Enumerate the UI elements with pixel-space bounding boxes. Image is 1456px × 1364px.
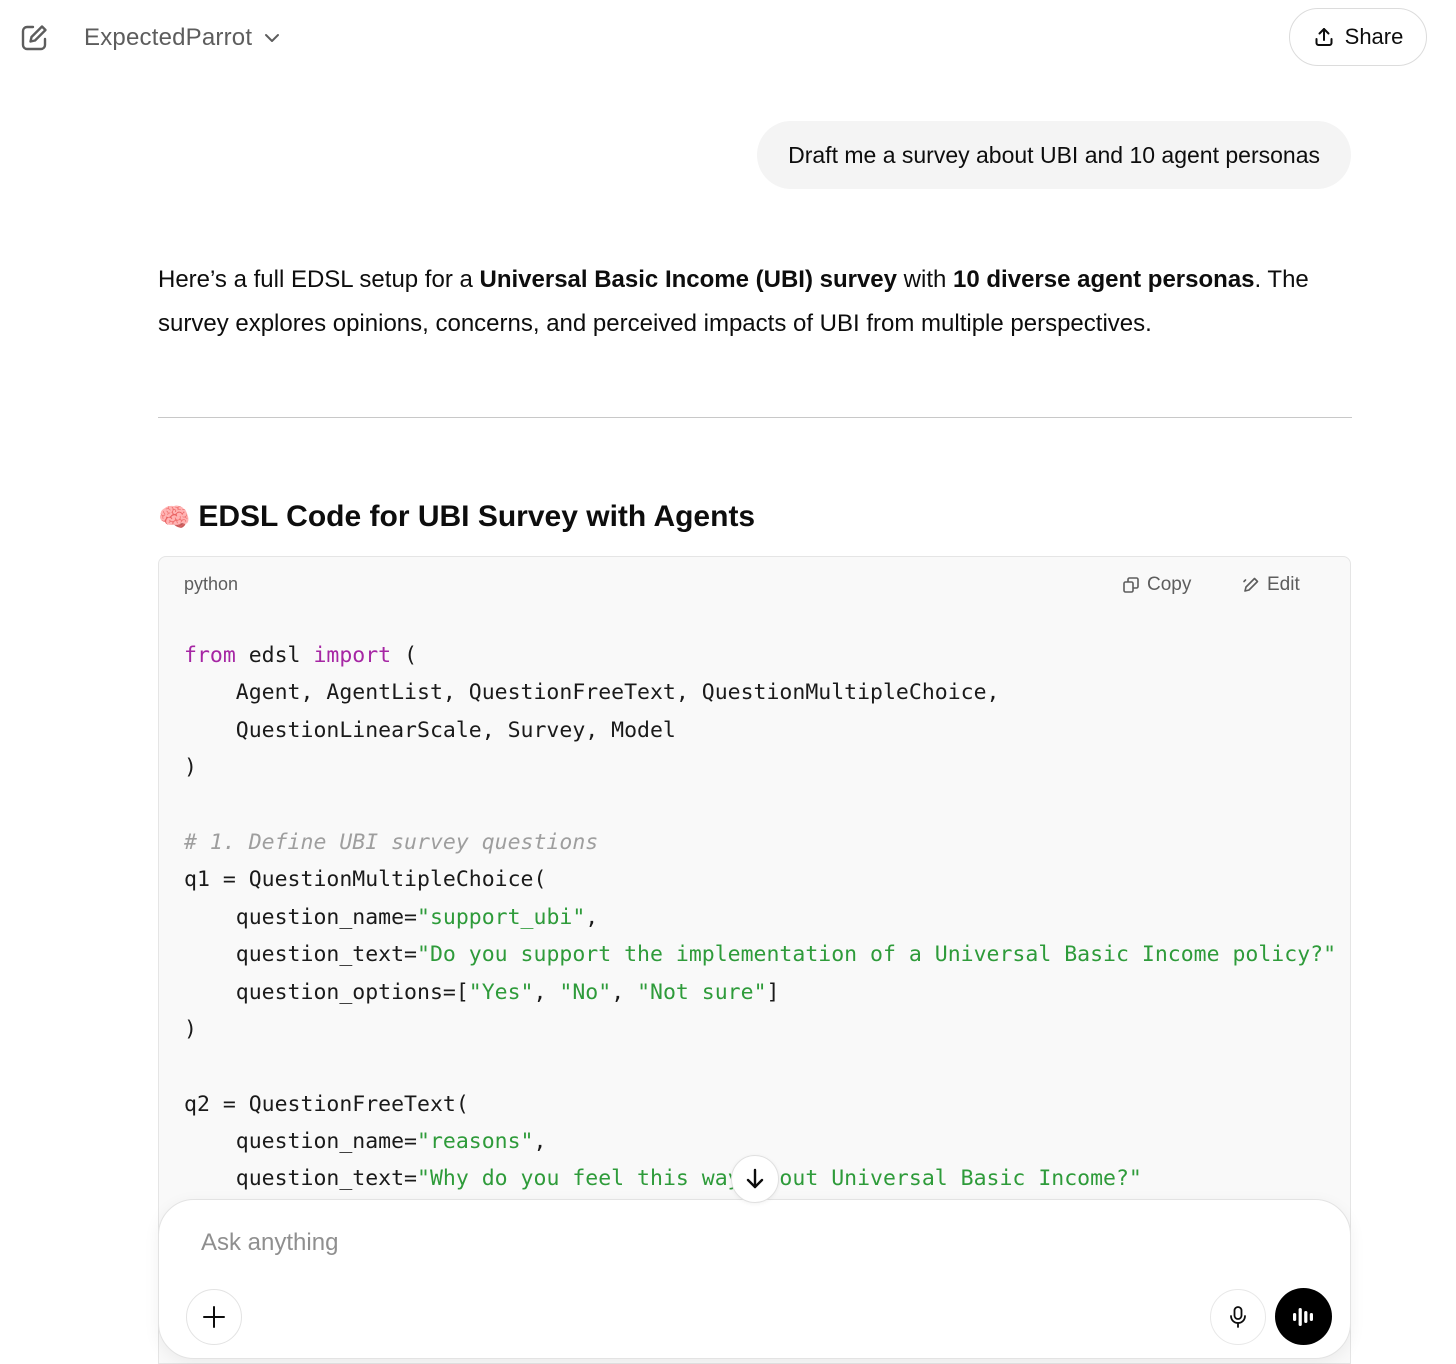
code-token: q1 = QuestionMultipleChoice( [184,867,547,893]
code-line: Agent, AgentList, QuestionFreeText, Ques… [184,674,1336,711]
message-composer [158,1199,1351,1359]
code-token: QuestionLinearScale, Survey, Model [184,717,676,743]
workspace-name: ExpectedParrot [84,24,253,51]
code-line: question_text="Do you support the implem… [184,936,1336,973]
voice-mode-button[interactable] [1275,1288,1332,1345]
code-line: q1 = QuestionMultipleChoice( [184,861,1336,898]
intro-text-1: Here’s a full EDSL setup for a [158,266,480,293]
pencil-icon [1243,577,1259,592]
assistant-intro-paragraph: Here’s a full EDSL setup for a Universal… [158,258,1354,346]
code-language-label: python [184,574,239,594]
code-token: question_text= [184,942,417,968]
code-string: "reasons" [417,1129,534,1155]
code-string: "Do you support the implementation of a … [417,942,1337,968]
code-line: QuestionLinearScale, Survey, Model [184,712,1336,749]
code-token: , [611,979,638,1005]
code-comment: # 1. Define UBI survey questions [184,829,599,855]
code-string: "Why do you feel this way about Universa… [417,1166,1142,1192]
code-token: ] [766,979,780,1005]
code-string: "support_ubi" [417,904,586,930]
dictate-button[interactable] [1210,1289,1266,1345]
code-token: , [533,979,560,1005]
edit-code-button[interactable]: Edit [1242,571,1300,599]
intro-bold-1: Universal Basic Income (UBI) survey [479,266,898,293]
code-line: ) [184,1011,1336,1048]
code-block-header: python Copy Edit [159,557,1350,613]
add-attachment-button[interactable] [186,1289,242,1345]
intro-bold-2: 10 diverse agent personas [953,266,1255,293]
message-input[interactable] [201,1226,1101,1260]
code-line: # 1. Define UBI survey questions [184,824,1336,861]
code-token: ( [391,643,418,668]
arrow-down-icon [746,1168,764,1189]
intro-text-2: with [897,266,954,293]
copy-icon [1123,577,1139,593]
code-line: question_options=["Yes", "No", "Not sure… [184,974,1336,1011]
code-token: ) [184,755,197,781]
new-chat-button[interactable] [14,18,54,58]
upload-icon [1315,28,1333,46]
scroll-to-bottom-button[interactable] [731,1155,779,1203]
microphone-icon [1230,1306,1246,1328]
code-token: question_options=[ [184,979,469,1005]
code-token: edsl [235,643,314,668]
chevron-down-icon [265,34,280,42]
code-token: question_name= [184,1129,417,1155]
code-token: , [533,1129,547,1155]
copy-code-button[interactable]: Copy [1122,571,1191,599]
plus-icon [203,1306,225,1328]
horizontal-divider [158,417,1352,418]
edit-label: Edit [1267,574,1300,595]
code-string: "Yes" [468,979,534,1005]
section-heading: 🧠 EDSL Code for UBI Survey with Agents [158,500,755,534]
share-button[interactable]: Share [1289,8,1427,66]
edit-square-icon [21,25,47,51]
user-message-text: Draft me a survey about UBI and 10 agent… [788,141,1320,168]
code-string: "No" [559,979,612,1005]
brain-icon: 🧠 [158,501,191,532]
share-label: Share [1344,24,1404,49]
code-token: , [585,904,599,930]
top-bar: ExpectedParrot Share [0,0,1456,76]
code-token: question_name= [184,904,417,930]
voice-waveform-icon [1292,1307,1313,1326]
code-line: from edsl import ( [184,637,1336,674]
code-token: q2 = QuestionFreeText( [184,1091,469,1117]
user-message-bubble: Draft me a survey about UBI and 10 agent… [757,121,1351,189]
code-line: q2 = QuestionFreeText( [184,1086,1336,1123]
code-keyword: from [184,643,236,668]
code-keyword: import [313,643,392,668]
code-line: question_name="support_ubi", [184,899,1336,936]
code-token: ) [184,1016,197,1042]
code-line: ) [184,749,1336,786]
workspace-picker[interactable]: ExpectedParrot [76,18,290,58]
copy-label: Copy [1147,574,1192,595]
code-token: question_text= [184,1166,417,1192]
code-string: "Not sure" [637,979,767,1005]
section-title: EDSL Code for UBI Survey with Agents [198,500,756,533]
code-content: from edsl import ( Agent, AgentList, Que… [184,637,1336,1198]
code-token: Agent, AgentList, QuestionFreeText, Ques… [184,680,1000,706]
